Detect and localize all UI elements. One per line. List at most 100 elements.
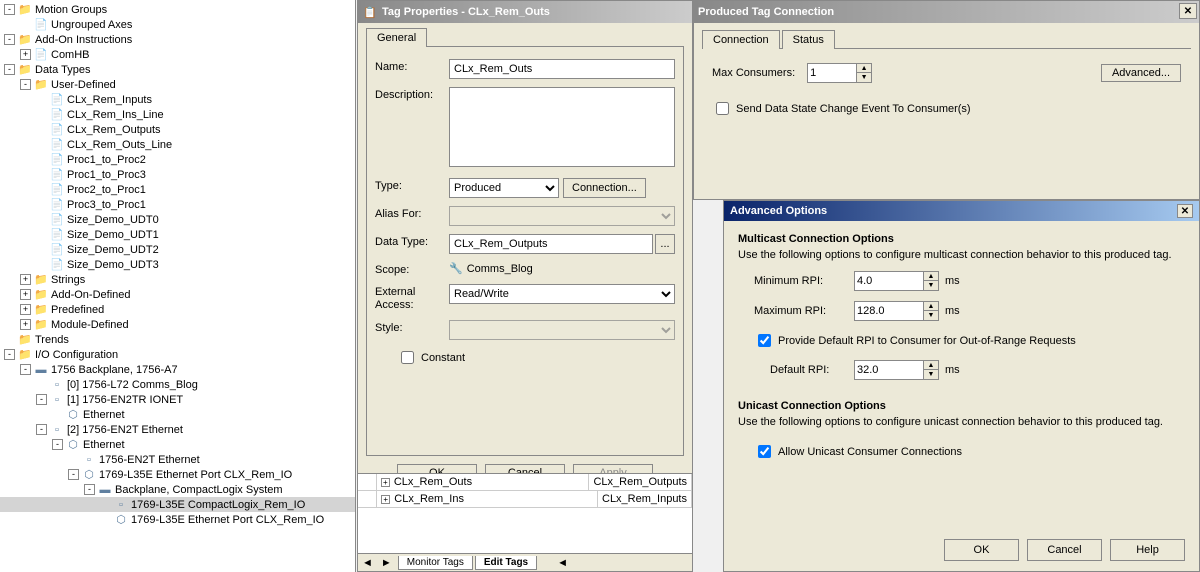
- scroll-left[interactable]: ◄: [557, 557, 568, 569]
- tree-item[interactable]: -⬡1769-L35E Ethernet Port CLX_Rem_IO: [0, 467, 355, 482]
- name-input[interactable]: [449, 59, 675, 79]
- tree-item[interactable]: ⬡1769-L35E Ethernet Port CLX_Rem_IO: [0, 512, 355, 527]
- adv-cancel-button[interactable]: Cancel: [1027, 539, 1102, 561]
- tree-toggle-icon[interactable]: -: [4, 4, 15, 15]
- tree-toggle-icon[interactable]: +: [20, 49, 31, 60]
- adv-opts-title-bar[interactable]: Advanced Options ✕: [724, 201, 1199, 221]
- tree-item[interactable]: 📄Size_Demo_UDT3: [0, 257, 355, 272]
- datatype-browse-button[interactable]: ...: [655, 234, 675, 254]
- tree-toggle-icon[interactable]: -: [68, 469, 79, 480]
- datatype-input[interactable]: [449, 234, 653, 254]
- grid-row[interactable]: +CLx_Rem_InsCLx_Rem_Inputs: [358, 491, 692, 508]
- row-select[interactable]: [358, 491, 377, 507]
- tag-type-cell[interactable]: CLx_Rem_Outputs: [589, 474, 692, 490]
- tree-item[interactable]: 📄Proc1_to_Proc2: [0, 152, 355, 167]
- tree-item[interactable]: 📄Size_Demo_UDT2: [0, 242, 355, 257]
- grid-row[interactable]: +CLx_Rem_OutsCLx_Rem_Outputs: [358, 474, 692, 491]
- tree-item[interactable]: +📁Add-On-Defined: [0, 287, 355, 302]
- minrpi-input[interactable]: [854, 271, 924, 291]
- tree-toggle-icon[interactable]: -: [20, 364, 31, 375]
- tree-item[interactable]: -📁Add-On Instructions: [0, 32, 355, 47]
- defrpi-input[interactable]: [854, 360, 924, 380]
- adv-ok-button[interactable]: OK: [944, 539, 1019, 561]
- tab-connection[interactable]: Connection: [702, 30, 780, 49]
- tree-item[interactable]: 📄Size_Demo_UDT0: [0, 212, 355, 227]
- tree-item[interactable]: ⬡Ethernet: [0, 407, 355, 422]
- defrpi-up[interactable]: ▲: [924, 361, 938, 370]
- tree-item[interactable]: -▬1756 Backplane, 1756-A7: [0, 362, 355, 377]
- tree-toggle-icon[interactable]: -: [36, 424, 47, 435]
- tree-toggle-icon[interactable]: -: [4, 64, 15, 75]
- tree-item[interactable]: -📁Data Types: [0, 62, 355, 77]
- tree-item[interactable]: 📄CLx_Rem_Outs_Line: [0, 137, 355, 152]
- tree-item[interactable]: 📄Proc2_to_Proc1: [0, 182, 355, 197]
- tab-nav-left[interactable]: ◄: [358, 557, 377, 569]
- tree-item[interactable]: 📄CLx_Rem_Outputs: [0, 122, 355, 137]
- adv-close-button[interactable]: ✕: [1177, 204, 1193, 218]
- tree-item[interactable]: -⬡Ethernet: [0, 437, 355, 452]
- tree-item[interactable]: +📁Strings: [0, 272, 355, 287]
- tree-item[interactable]: 📄Proc1_to_Proc3: [0, 167, 355, 182]
- monitor-tags-tab[interactable]: Monitor Tags: [398, 556, 473, 570]
- maxcons-up[interactable]: ▲: [857, 64, 871, 73]
- tree-item[interactable]: -▫[1] 1756-EN2TR IONET: [0, 392, 355, 407]
- tree-item[interactable]: ▫1769-L35E CompactLogix_Rem_IO: [0, 497, 355, 512]
- minrpi-down[interactable]: ▼: [924, 281, 938, 290]
- tree-item[interactable]: 📄CLx_Rem_Inputs: [0, 92, 355, 107]
- tree-item[interactable]: +📁Module-Defined: [0, 317, 355, 332]
- adv-help-button[interactable]: Help: [1110, 539, 1185, 561]
- tree-item[interactable]: 📁Trends: [0, 332, 355, 347]
- tag-name-cell[interactable]: +CLx_Rem_Ins: [377, 491, 598, 507]
- tab-nav-right[interactable]: ►: [377, 557, 396, 569]
- tree-item[interactable]: -📁I/O Configuration: [0, 347, 355, 362]
- prod-tag-title-bar[interactable]: Produced Tag Connection: [694, 1, 1199, 23]
- tree-item[interactable]: -📁User-Defined: [0, 77, 355, 92]
- alias-select[interactable]: [449, 206, 675, 226]
- tree-item[interactable]: 📄Ungrouped Axes: [0, 17, 355, 32]
- tag-name-cell[interactable]: +CLx_Rem_Outs: [377, 474, 590, 490]
- tree-toggle-icon[interactable]: +: [20, 304, 31, 315]
- tree-toggle-icon[interactable]: -: [4, 349, 15, 360]
- close-button[interactable]: ✕: [1179, 3, 1197, 19]
- minrpi-up[interactable]: ▲: [924, 272, 938, 281]
- senddata-checkbox[interactable]: [716, 102, 729, 115]
- allowunicast-checkbox[interactable]: [758, 445, 771, 458]
- style-select[interactable]: [449, 320, 675, 340]
- tag-props-title-bar[interactable]: 📋 Tag Properties - CLx_Rem_Outs: [358, 1, 692, 23]
- tree-toggle-icon[interactable]: +: [20, 274, 31, 285]
- expand-icon[interactable]: +: [381, 478, 390, 487]
- maxrpi-down[interactable]: ▼: [924, 311, 938, 320]
- tree-item[interactable]: -📁Motion Groups: [0, 2, 355, 17]
- maxcons-input[interactable]: [807, 63, 857, 83]
- maxrpi-up[interactable]: ▲: [924, 302, 938, 311]
- tree-toggle-icon[interactable]: +: [20, 289, 31, 300]
- expand-icon[interactable]: +: [381, 495, 390, 504]
- tab-status[interactable]: Status: [782, 30, 835, 49]
- tab-general[interactable]: General: [366, 28, 427, 47]
- tree-toggle-icon[interactable]: -: [36, 394, 47, 405]
- tree-item[interactable]: ▫[0] 1756-L72 Comms_Blog: [0, 377, 355, 392]
- row-select[interactable]: [358, 474, 377, 490]
- maxrpi-input[interactable]: [854, 301, 924, 321]
- tree-item[interactable]: 📄CLx_Rem_Ins_Line: [0, 107, 355, 122]
- tree-item[interactable]: -▬Backplane, CompactLogix System: [0, 482, 355, 497]
- tree-item[interactable]: +📄ComHB: [0, 47, 355, 62]
- providedef-checkbox[interactable]: [758, 334, 771, 347]
- tree-item[interactable]: -▫[2] 1756-EN2T Ethernet: [0, 422, 355, 437]
- connection-button[interactable]: Connection...: [563, 178, 646, 198]
- desc-textarea[interactable]: [449, 87, 675, 167]
- tree-item[interactable]: ▫1756-EN2T Ethernet: [0, 452, 355, 467]
- type-select[interactable]: Produced: [449, 178, 559, 198]
- tree-item[interactable]: 📄Size_Demo_UDT1: [0, 227, 355, 242]
- advanced-button[interactable]: Advanced...: [1101, 64, 1181, 82]
- defrpi-down[interactable]: ▼: [924, 370, 938, 379]
- tree-toggle-icon[interactable]: -: [52, 439, 63, 450]
- tree-toggle-icon[interactable]: -: [84, 484, 95, 495]
- edit-tags-tab[interactable]: Edit Tags: [475, 556, 537, 570]
- tree-toggle-icon[interactable]: -: [4, 34, 15, 45]
- extaccess-select[interactable]: Read/Write: [449, 284, 675, 304]
- tree-toggle-icon[interactable]: -: [20, 79, 31, 90]
- tree-item[interactable]: +📁Predefined: [0, 302, 355, 317]
- tree-toggle-icon[interactable]: +: [20, 319, 31, 330]
- constant-checkbox[interactable]: [401, 351, 414, 364]
